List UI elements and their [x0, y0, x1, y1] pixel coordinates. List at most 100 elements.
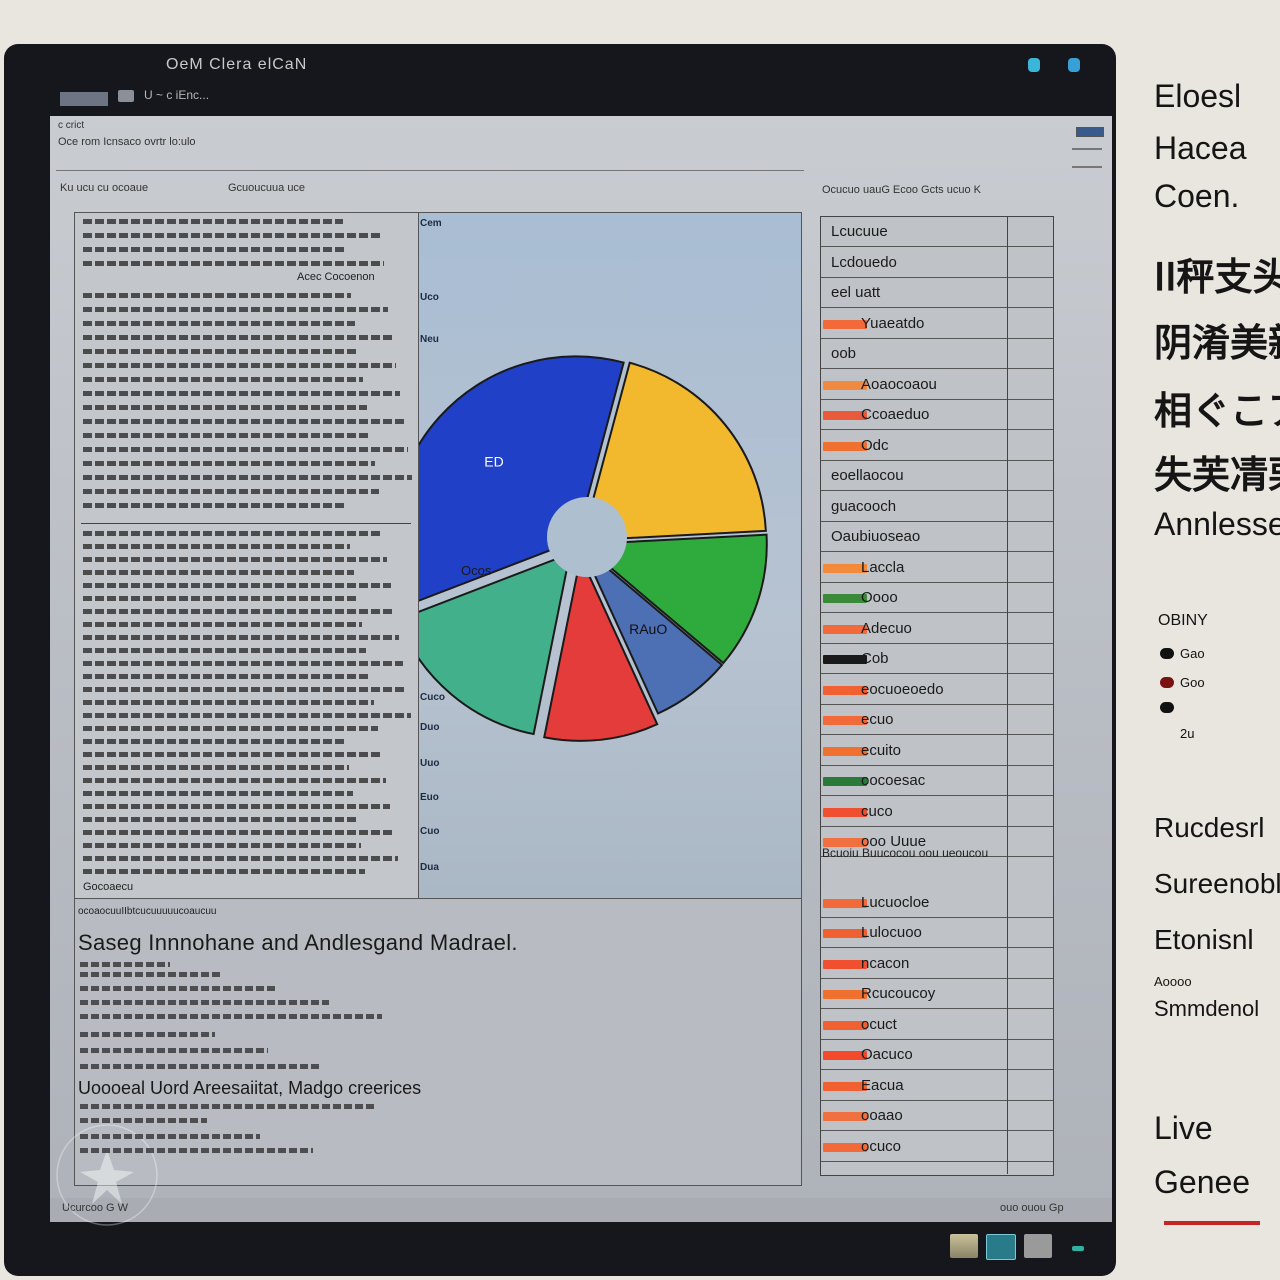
divider: [1072, 166, 1102, 168]
document-text-line: [83, 247, 347, 252]
side-item: ⅠⅠ秤支头: [1154, 257, 1280, 299]
row-label: eocuoeoedo: [861, 680, 944, 698]
table-row[interactable]: ecuo: [821, 705, 1053, 735]
table-row[interactable]: Eacua: [821, 1071, 1053, 1101]
document-text-line: [83, 570, 354, 575]
table-row[interactable]: Cob: [821, 644, 1053, 674]
legend-marker: [1160, 702, 1174, 713]
document-text-line: [83, 609, 395, 614]
document-text-line: [83, 778, 386, 783]
section-text-line: [80, 1134, 260, 1139]
document-text-line: [83, 447, 408, 452]
legend-marker: [1160, 648, 1174, 659]
document-text-line: [83, 869, 365, 874]
table-row[interactable]: ecuito: [821, 736, 1053, 766]
table-row[interactable]: Lulocuoo: [821, 918, 1053, 948]
section-label: Ku ucu cu ocoaue: [60, 182, 149, 194]
table-row[interactable]: ncacon: [821, 949, 1053, 979]
row-label: eoellaocou: [831, 467, 904, 484]
document-text-line: [83, 335, 392, 340]
table-caption: Ocucuo uauG Ecoo Gcts ucuo K: [822, 184, 981, 196]
document-text-line: [83, 622, 362, 627]
table-row[interactable]: guacooch: [821, 492, 1053, 522]
axis-label: Neu: [420, 334, 439, 345]
table-row[interactable]: Oooo: [821, 583, 1053, 613]
side-item: Coen.: [1154, 178, 1240, 214]
table-row[interactable]: Ccoaeduo: [821, 400, 1053, 430]
taskbar-button[interactable]: [950, 1234, 978, 1258]
table-row[interactable]: cuco: [821, 797, 1053, 827]
document-footer: Gocoaecu: [83, 881, 134, 893]
table-row[interactable]: Lucuocloe: [821, 888, 1053, 918]
table-row[interactable]: eel uatt: [821, 278, 1053, 308]
breadcrumb[interactable]: c crict: [58, 120, 84, 131]
table-row[interactable]: Laccla: [821, 553, 1053, 583]
row-label: eel uatt: [831, 284, 881, 301]
legend-label: Gao: [1180, 646, 1205, 661]
panel-toggle-icon[interactable]: [1076, 127, 1104, 137]
document-text-line: [83, 475, 412, 480]
table-row[interactable]: Adecuo: [821, 614, 1053, 644]
section-text-line: [80, 1104, 374, 1109]
document-text-line: [83, 419, 404, 424]
table-row[interactable]: Lcdouedo: [821, 248, 1053, 278]
table-row[interactable]: Aoaocoaou: [821, 370, 1053, 400]
row-label: Lcucuue: [831, 223, 888, 240]
row-label: oocoesac: [861, 772, 926, 789]
table-row[interactable]: Rcucoucoy: [821, 979, 1053, 1009]
document-text-line: [83, 791, 353, 796]
breadcrumb-sub[interactable]: Oce rom Icnsaco ovrtr lo:ulo: [58, 136, 196, 148]
document-text-line: [83, 752, 382, 757]
table-row[interactable]: ooaao: [821, 1101, 1053, 1131]
document-panel: Acec Cocoenon Gocoaecu: [74, 212, 420, 900]
table-row[interactable]: oocoesac: [821, 766, 1053, 796]
window-control-icon[interactable]: [1068, 58, 1080, 72]
axis-label: Uuo: [420, 758, 440, 769]
section-text-line: [80, 1014, 382, 1019]
toolbar-text: U ~ c iEnc...: [144, 88, 210, 102]
pie-center: [547, 497, 627, 577]
accent-underline: [1164, 1221, 1260, 1225]
document-text-line: [83, 405, 367, 410]
table-row[interactable]: Oacuco: [821, 1040, 1053, 1070]
document-text-line: [83, 489, 379, 494]
row-label: Eacua: [861, 1076, 904, 1094]
pie-chart: RAuO ED Ocos: [419, 355, 768, 742]
table-row[interactable]: Lcucuue: [821, 217, 1053, 247]
document-text-line: [83, 219, 343, 224]
table-row[interactable]: Oaubiuoseao: [821, 522, 1053, 552]
document-text-line: [83, 557, 387, 562]
section-text-line: [80, 986, 276, 991]
row-label: ncacon: [861, 954, 910, 972]
table-row[interactable]: ocuco: [821, 1132, 1053, 1162]
document-text-line: [83, 726, 378, 731]
table-row[interactable]: eoellaocou: [821, 461, 1053, 491]
document-text-line: [83, 307, 388, 312]
toolbar-button[interactable]: [118, 90, 134, 102]
row-label: Oacuco: [861, 1046, 913, 1063]
document-text-line: [83, 363, 396, 368]
legend-title: OBINY: [1158, 612, 1208, 629]
side-item: Hacea: [1154, 130, 1247, 166]
section-text-line: [80, 1148, 313, 1153]
toolbar-field[interactable]: [60, 92, 108, 106]
window-control-icon[interactable]: [1028, 58, 1040, 72]
side-item: Aoooo: [1154, 974, 1192, 989]
row-label: Yuaeatdo: [861, 314, 925, 332]
document-text-line: [83, 544, 350, 549]
table-row[interactable]: Odc: [821, 431, 1053, 461]
section-label: Gcuoucuua uce: [228, 182, 306, 194]
document-text-line: [83, 830, 394, 835]
document-text-line: [83, 856, 398, 861]
taskbar-button[interactable]: [1024, 1234, 1052, 1258]
document-text-line: [83, 817, 357, 822]
table-row[interactable]: ocuct: [821, 1010, 1053, 1040]
side-item: 相ぐこア: [1154, 391, 1280, 433]
table-row[interactable]: oob: [821, 339, 1053, 369]
table-row[interactable]: eocuoeoedo: [821, 675, 1053, 705]
section-text-line: [80, 1000, 329, 1005]
table-row[interactable]: Yuaeatdo: [821, 309, 1053, 339]
taskbar-button[interactable]: [986, 1234, 1016, 1260]
section-text-line: [80, 1118, 207, 1123]
document-text-line: [83, 700, 374, 705]
